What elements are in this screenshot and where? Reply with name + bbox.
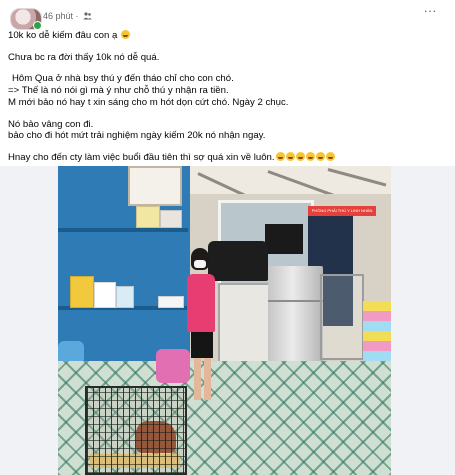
more-options-button[interactable]: ··· bbox=[420, 4, 440, 20]
product-box bbox=[116, 286, 134, 308]
face-mask bbox=[194, 260, 206, 268]
post-photo[interactable]: PHÒNG PHẢI THÚ Y LINH NHÂN bbox=[58, 166, 391, 475]
post-line: Chưa bc ra đời thấy 10k nó dễ quá. bbox=[8, 51, 160, 63]
wall-poster bbox=[128, 166, 182, 206]
rofl-emoji-icon bbox=[295, 151, 305, 161]
shelf bbox=[58, 228, 188, 232]
rofl-emoji-icon bbox=[325, 151, 335, 161]
rofl-emoji-icon bbox=[285, 151, 295, 161]
dog-cage bbox=[85, 386, 187, 475]
product-box bbox=[70, 276, 94, 308]
post-line: M mới bảo nó hay t xin sáng cho m hót dọ… bbox=[8, 96, 289, 108]
covered-cage bbox=[208, 241, 268, 281]
online-status-icon bbox=[33, 21, 42, 30]
person-leg bbox=[204, 356, 211, 400]
facebook-post: 46 phút · ··· 10k ko dễ kiếm đâu con ạ C… bbox=[0, 0, 455, 475]
product-box bbox=[94, 282, 116, 308]
person-leg bbox=[194, 356, 201, 400]
post-time[interactable]: 46 phút bbox=[43, 11, 73, 21]
person-shorts bbox=[191, 332, 213, 358]
clinic-signboard: PHÒNG PHẢI THÚ Y LINH NHÂN bbox=[308, 206, 376, 216]
post-line: Nó bảo vâng con đi. bbox=[8, 118, 94, 130]
friends-icon[interactable] bbox=[83, 12, 92, 22]
post-line: => Thế là nó nói gì mà ý như chỗ thú y n… bbox=[8, 85, 229, 97]
tv-screen bbox=[265, 224, 303, 254]
post-line: bảo cho đi hót mứt trải nghiệm ngày kiếm… bbox=[8, 130, 266, 142]
person-shirt bbox=[187, 274, 215, 332]
post-line: Hnay cho đến cty làm việc buổi đầu tiên … bbox=[8, 151, 448, 164]
product-box bbox=[136, 206, 160, 228]
post-line: 10k ko dễ kiếm đâu con ạ bbox=[8, 30, 448, 42]
post-line: Hôm Qua ở nhà bsy thú y đến tháo chỉ cho… bbox=[12, 73, 234, 85]
rofl-emoji-icon bbox=[305, 151, 315, 161]
post-header: 46 phút · ··· bbox=[8, 4, 448, 30]
pink-bag bbox=[156, 349, 190, 383]
meta-separator: · bbox=[75, 11, 79, 21]
post-text: 10k ko dễ kiếm đâu con ạ Chưa bc ra đời … bbox=[8, 30, 448, 164]
product-box bbox=[160, 210, 182, 228]
fridge-door-line bbox=[268, 300, 323, 302]
grin-emoji-icon bbox=[121, 30, 131, 39]
product-box bbox=[158, 296, 184, 308]
metal-rack bbox=[320, 274, 364, 360]
cabinet bbox=[218, 283, 270, 367]
rofl-emoji-icon bbox=[315, 151, 325, 161]
rofl-emoji-icon bbox=[275, 151, 285, 161]
post-meta: 46 phút · bbox=[43, 11, 92, 22]
